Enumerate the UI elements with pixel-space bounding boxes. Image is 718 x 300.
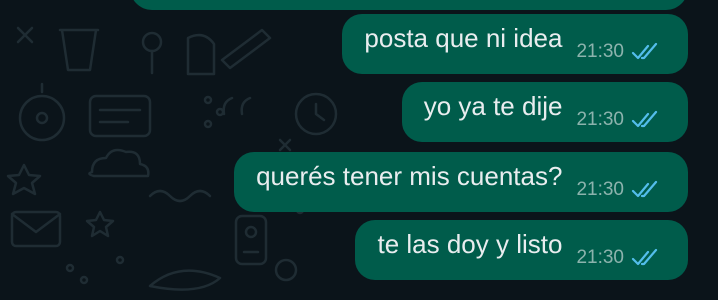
message-meta: 21:30: [576, 41, 660, 63]
double-check-read-icon: [631, 42, 658, 60]
double-check-read-icon: [631, 110, 658, 128]
message-text: querés tener mis cuentas?: [256, 160, 563, 191]
message-time: 21:30: [576, 41, 624, 62]
message-text: posta que ni idea: [364, 22, 563, 53]
message-meta: 21:30: [576, 247, 660, 269]
previous-message-bubble[interactable]: [130, 0, 688, 10]
message-bubble[interactable]: posta que ni idea 21:30: [342, 14, 688, 74]
message-bubble[interactable]: te las doy y listo 21:30: [355, 220, 688, 280]
double-check-read-icon: [631, 180, 658, 198]
message-time: 21:30: [576, 179, 624, 200]
double-check-read-icon: [631, 248, 658, 266]
message-meta: 21:30: [576, 179, 660, 201]
message-time: 21:30: [576, 247, 624, 268]
message-bubble[interactable]: yo ya te dije 21:30: [401, 82, 688, 142]
message-text: te las doy y listo: [377, 228, 563, 259]
message-bubble[interactable]: querés tener mis cuentas? 21:30: [234, 152, 688, 212]
message-list: posta que ni idea 21:30 yo ya te dije 21…: [0, 0, 718, 300]
message-meta: 21:30: [576, 109, 660, 131]
message-text: yo ya te dije: [423, 90, 563, 121]
message-time: 21:30: [576, 109, 624, 130]
